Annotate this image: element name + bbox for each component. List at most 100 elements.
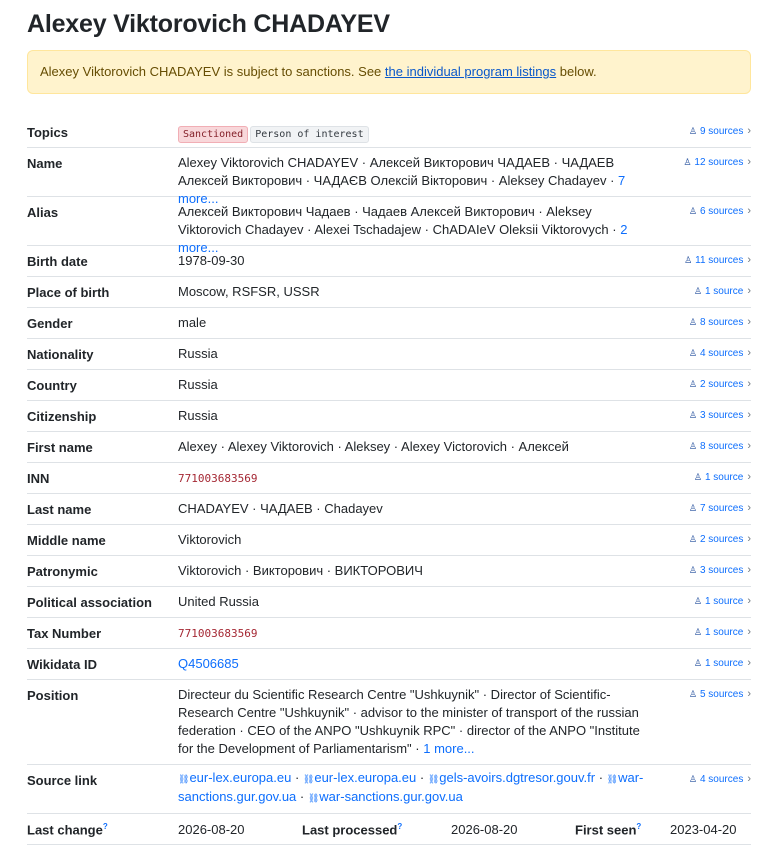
sources-count[interactable]: 2 sources [700, 534, 743, 545]
chevron-right-icon: › [747, 533, 751, 545]
info-icon[interactable]: ? [636, 822, 641, 831]
source-link[interactable]: ⛓eur-lex.europa.eu [178, 770, 291, 785]
source-link[interactable]: ⛓gels-avoirs.dgtresor.gouv.fr [428, 770, 595, 785]
row-value: Directeur du Scientific Research Centre … [178, 680, 661, 764]
chevron-right-icon: › [747, 595, 751, 607]
source-link-label[interactable]: eur-lex.europa.eu [189, 770, 291, 785]
source-link-label[interactable]: eur-lex.europa.eu [314, 770, 416, 785]
chevron-right-icon: › [747, 440, 751, 452]
sources-link[interactable]: ♙ 11 sources › [661, 246, 751, 276]
table-row: Last name CHADAYEV · ЧАДАЕВ · Chadayev ♙ 7 … [27, 494, 751, 525]
sources-link[interactable]: ♙ 2 sources › [661, 525, 751, 555]
table-row: Country Russia ♙ 2 sources › [27, 370, 751, 401]
value-text[interactable]: Q4506685 [178, 656, 239, 671]
sources-link[interactable]: ♙ 9 sources › [661, 117, 751, 147]
sources-count[interactable]: 4 sources [700, 348, 743, 359]
row-key: Tax Number [27, 626, 102, 641]
row-key: Position [27, 688, 79, 703]
sources-count[interactable]: 2 sources [700, 379, 743, 390]
sources-link[interactable]: ♙ 8 sources › [661, 432, 751, 462]
person-stack-icon: ♙ [683, 157, 692, 167]
sources-link[interactable]: ♙ 2 sources › [661, 370, 751, 400]
table-row: Middle name Viktorovich ♙ 2 sources › [27, 525, 751, 556]
row-value: CHADAYEV · ЧАДАЕВ · Chadayev [178, 494, 661, 524]
info-icon[interactable]: ? [397, 822, 402, 831]
sources-link[interactable]: ♙ 4 sources › [661, 339, 751, 369]
sources-count[interactable]: 12 sources [694, 157, 743, 168]
sources-link[interactable]: ♙ 1 source › [661, 277, 751, 307]
row-value: 771003683569 [178, 463, 661, 493]
info-icon[interactable]: ? [103, 822, 108, 831]
chevron-right-icon: › [747, 205, 751, 217]
last-processed-label: Last processed? [302, 822, 403, 838]
row-value: Sanctioned Person of interest [178, 117, 661, 147]
last-processed-value: 2026-08-20 [451, 822, 518, 837]
row-value: Moscow, RSFSR, USSR [178, 277, 661, 307]
last-change-label: Last change? [27, 822, 108, 838]
link-icon: ⛓ [307, 793, 320, 803]
first-seen-label: First seen? [575, 822, 642, 838]
sources-count[interactable]: 1 source [705, 658, 743, 669]
sources-count[interactable]: 3 sources [700, 565, 743, 576]
sources-link[interactable]: ♙ 1 source › [661, 618, 751, 648]
row-value: Russia [178, 370, 661, 400]
metadata-row: Last change? 2026-08-20 Last processed? … [27, 814, 751, 845]
sources-link[interactable]: ♙ 3 sources › [661, 401, 751, 431]
table-row: Alias Алексей Викторович Чадаев · Чадаев … [27, 197, 751, 255]
value-text: CHADAYEV · ЧАДАЕВ · Chadayev [178, 501, 383, 516]
sources-link[interactable]: ♙ 12 sources › [661, 148, 751, 196]
sources-count[interactable]: 6 sources [700, 206, 743, 217]
row-value: Russia [178, 339, 661, 369]
row-value: 1978-09-30 [178, 246, 661, 276]
source-link-label[interactable]: war-sanctions.gur.gov.ua [319, 789, 463, 804]
source-link[interactable]: ⛓eur-lex.europa.eu [303, 770, 416, 785]
person-stack-icon: ♙ [693, 596, 702, 606]
sources-count[interactable]: 7 sources [700, 503, 743, 514]
sources-count[interactable]: 5 sources [700, 689, 743, 700]
row-key: Last name [27, 502, 92, 517]
sources-count[interactable]: 3 sources [700, 410, 743, 421]
sources-count[interactable]: 1 source [705, 596, 743, 607]
table-row: Topics Sanctioned Person of interest ♙ 9 sou… [27, 117, 751, 148]
sources-link[interactable]: ♙ 1 source › [661, 587, 751, 617]
sources-link[interactable]: ♙ 3 sources › [661, 556, 751, 586]
sources-link[interactable]: ♙ 4 sources › [661, 765, 751, 813]
sources-link[interactable]: ♙ 7 sources › [661, 494, 751, 524]
value-text: Алексей Викторович Чадаев · Чадаев Алекс… [178, 204, 617, 237]
link-icon: ⛓ [302, 774, 315, 784]
sources-link[interactable]: ♙ 1 source › [661, 463, 751, 493]
person-stack-icon: ♙ [688, 534, 697, 544]
sources-link[interactable]: ♙ 5 sources › [661, 680, 751, 764]
sources-count[interactable]: 1 source [705, 286, 743, 297]
sources-link[interactable]: ♙ 1 source › [661, 649, 751, 679]
program-listings-link[interactable]: the individual program listings [385, 64, 556, 79]
person-stack-icon: ♙ [688, 126, 697, 136]
row-key: INN [27, 471, 50, 486]
chevron-right-icon: › [747, 773, 751, 785]
person-stack-icon: ♙ [688, 379, 697, 389]
table-row: Position Directeur du Scientific Research… [27, 680, 751, 765]
sources-link[interactable]: ♙ 8 sources › [661, 308, 751, 338]
show-more-link[interactable]: 1 more... [423, 741, 474, 756]
source-link[interactable]: ⛓war-sanctions.gur.gov.ua [308, 789, 463, 804]
row-key: Place of birth [27, 285, 110, 300]
sources-count[interactable]: 8 sources [700, 317, 743, 328]
value-text: United Russia [178, 594, 259, 609]
topic-badge: Person of interest [250, 126, 369, 143]
topic-badge: Sanctioned [178, 126, 249, 143]
row-key: Country [27, 378, 77, 393]
sources-count[interactable]: 9 sources [700, 126, 743, 137]
first-seen-value: 2023-04-20 [670, 822, 737, 837]
value-text: Moscow, RSFSR, USSR [178, 284, 320, 299]
row-key: Citizenship [27, 409, 97, 424]
sources-count[interactable]: 11 sources [695, 255, 743, 266]
row-value: Russia [178, 401, 661, 431]
sources-count[interactable]: 4 sources [700, 774, 743, 785]
row-key: Middle name [27, 533, 106, 548]
sources-count[interactable]: 8 sources [700, 441, 743, 452]
sources-count[interactable]: 1 source [705, 627, 743, 638]
source-link-label[interactable]: gels-avoirs.dgtresor.gouv.fr [439, 770, 595, 785]
sources-count[interactable]: 1 source [705, 472, 743, 483]
person-stack-icon: ♙ [688, 689, 697, 699]
sources-link[interactable]: ♙ 6 sources › [661, 197, 751, 245]
